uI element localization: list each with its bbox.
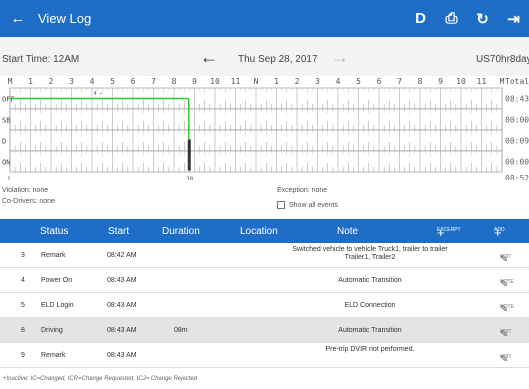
col-start: Start — [108, 226, 130, 237]
status-row-label: ON — [2, 159, 10, 167]
row-start: 08:42 AM — [107, 252, 137, 259]
next-day-arrow-icon[interactable]: → — [331, 47, 349, 68]
row-index: 4 — [21, 277, 25, 284]
row-note: Switched vehicle to vehicle Truck1, trai… — [292, 246, 448, 261]
app-bar: ← View Log D ⎙ ↻ ⇥ — [0, 0, 529, 37]
status-row-label: OFF — [2, 96, 15, 104]
hour-label: 7 — [151, 77, 156, 86]
row-note: Automatic Transition — [338, 277, 402, 284]
hour-label: 9 — [192, 77, 197, 86]
hour-label: 5 — [356, 77, 361, 86]
print-icon[interactable]: ⎙ — [436, 0, 467, 37]
event-marker: 4 ← — [94, 91, 103, 97]
row-start: 08:43 AM — [107, 302, 137, 309]
row-index: 9 — [21, 352, 25, 359]
status-legend: +Inactive: IC=Changed, ICR=Change Reques… — [3, 376, 198, 382]
row-start: 08:43 AM — [107, 327, 137, 334]
bottom-label: 1 — [7, 176, 11, 180]
col-duration: Duration — [162, 226, 200, 237]
codrivers-label: Co-Drivers: none — [2, 198, 55, 205]
row-duration: 08m — [174, 327, 188, 334]
row-note: Automatic Transition — [338, 327, 402, 334]
row-button-label: NOTE — [500, 279, 514, 285]
table-row[interactable]: 3 Remark 08:42 AM Switched vehicle to ve… — [0, 243, 529, 268]
hour-label: 8 — [418, 77, 423, 86]
bottom-mark: 38 — [186, 176, 194, 180]
hour-label: 4 — [90, 77, 95, 86]
exception-label: Exception: none — [277, 187, 328, 194]
hour-label: 2 — [49, 77, 54, 86]
log-date: Thu Sep 28, 2017 — [238, 54, 318, 65]
status-row-total: 00:09 — [505, 137, 529, 146]
show-all-events-toggle[interactable]: Show all events — [277, 201, 338, 209]
table-row[interactable]: 9 Remark 08:43 AM Pre-trip DVIR not perf… — [0, 343, 529, 368]
status-row-total: 00:00 — [505, 158, 529, 167]
hour-label: 3 — [315, 77, 320, 86]
show-all-label: Show all events — [289, 201, 339, 209]
violation-label: Violation: none — [2, 187, 49, 194]
row-status: Driving — [41, 327, 63, 334]
hour-label: 1 — [28, 77, 33, 86]
col-note: Note — [337, 226, 359, 237]
hour-label: 5 — [110, 77, 115, 86]
row-status: Remark — [41, 252, 66, 259]
start-time-label: Start Time: 12AM — [2, 54, 80, 65]
row-button-label: NOTE — [500, 304, 514, 310]
hour-label: 10 — [456, 77, 466, 86]
events-table-header: Status Start Duration Location Note + EX… — [0, 219, 529, 243]
row-index: 8 — [21, 327, 25, 334]
hour-label: 6 — [377, 77, 382, 86]
hour-label: M — [500, 77, 505, 86]
hour-label: 11 — [477, 77, 487, 86]
row-note: ELD Connection — [344, 302, 396, 309]
hour-label: 4 — [336, 77, 341, 86]
status-row-label: SB — [2, 117, 10, 125]
status-row-label: D — [2, 138, 6, 146]
row-note: Pre-trip DVIR not performed. — [325, 346, 415, 353]
total-header: Total — [505, 77, 529, 86]
hour-label: 11 — [231, 77, 241, 86]
row-status: Remark — [41, 352, 66, 359]
grand-total: 08:52 — [505, 174, 529, 180]
col-status: Status — [40, 226, 69, 237]
hour-label: M — [8, 77, 13, 86]
show-all-checkbox[interactable] — [277, 201, 285, 209]
add-label: ADD — [494, 227, 505, 233]
hour-label: 8 — [172, 77, 177, 86]
excerpt-label: EXCERPT — [437, 227, 461, 233]
prev-day-arrow-icon[interactable]: ← — [200, 47, 218, 68]
date-bar: Start Time: 12AM ← Thu Sep 28, 2017 → US… — [0, 37, 529, 76]
row-start: 08:43 AM — [107, 352, 137, 359]
status-row-total: 00:00 — [505, 116, 529, 125]
logout-icon[interactable]: ⇥ — [498, 0, 529, 37]
row-button-label: EDIT — [500, 254, 512, 260]
table-row[interactable]: 4 Power On 08:43 AM Automatic Transition… — [0, 268, 529, 293]
table-row[interactable]: 8 Driving 08:43 AM 08m Automatic Transit… — [0, 318, 529, 343]
row-status: ELD Login — [41, 302, 74, 309]
row-index: 3 — [21, 252, 25, 259]
row-button-label: EDIT — [500, 329, 512, 335]
hour-label: 3 — [69, 77, 74, 86]
page-title: View Log — [38, 11, 92, 26]
cycle-rule: US70hr8days — [476, 54, 529, 65]
hour-label: 1 — [274, 77, 279, 86]
row-index: 5 — [21, 302, 25, 309]
refresh-icon[interactable]: ↻ — [467, 0, 498, 37]
hour-label: N — [254, 77, 259, 86]
hour-label: 2 — [295, 77, 300, 86]
row-status: Power On — [41, 277, 73, 284]
back-arrow-icon[interactable]: ← — [4, 10, 32, 27]
col-location: Location — [240, 226, 278, 237]
duty-status-graph: M 1 2 3 4 5 6 7 8 9 10 11 N 1 2 3 4 5 6 7 8 9 10 11 M TotalOFF 08:… — [2, 77, 529, 180]
hour-label: 10 — [210, 77, 220, 86]
table-row[interactable]: 5 ELD Login 08:43 AM ELD Connection ✎ NO… — [0, 293, 529, 318]
hour-label: 7 — [397, 77, 402, 86]
status-row-total: 08:43 — [505, 95, 529, 104]
hour-label: 6 — [131, 77, 136, 86]
hour-label: 9 — [438, 77, 443, 86]
row-button-label: EDIT — [500, 354, 512, 360]
d-icon[interactable]: D — [405, 0, 436, 37]
driving-marker — [187, 139, 191, 171]
row-start: 08:43 AM — [107, 277, 137, 284]
